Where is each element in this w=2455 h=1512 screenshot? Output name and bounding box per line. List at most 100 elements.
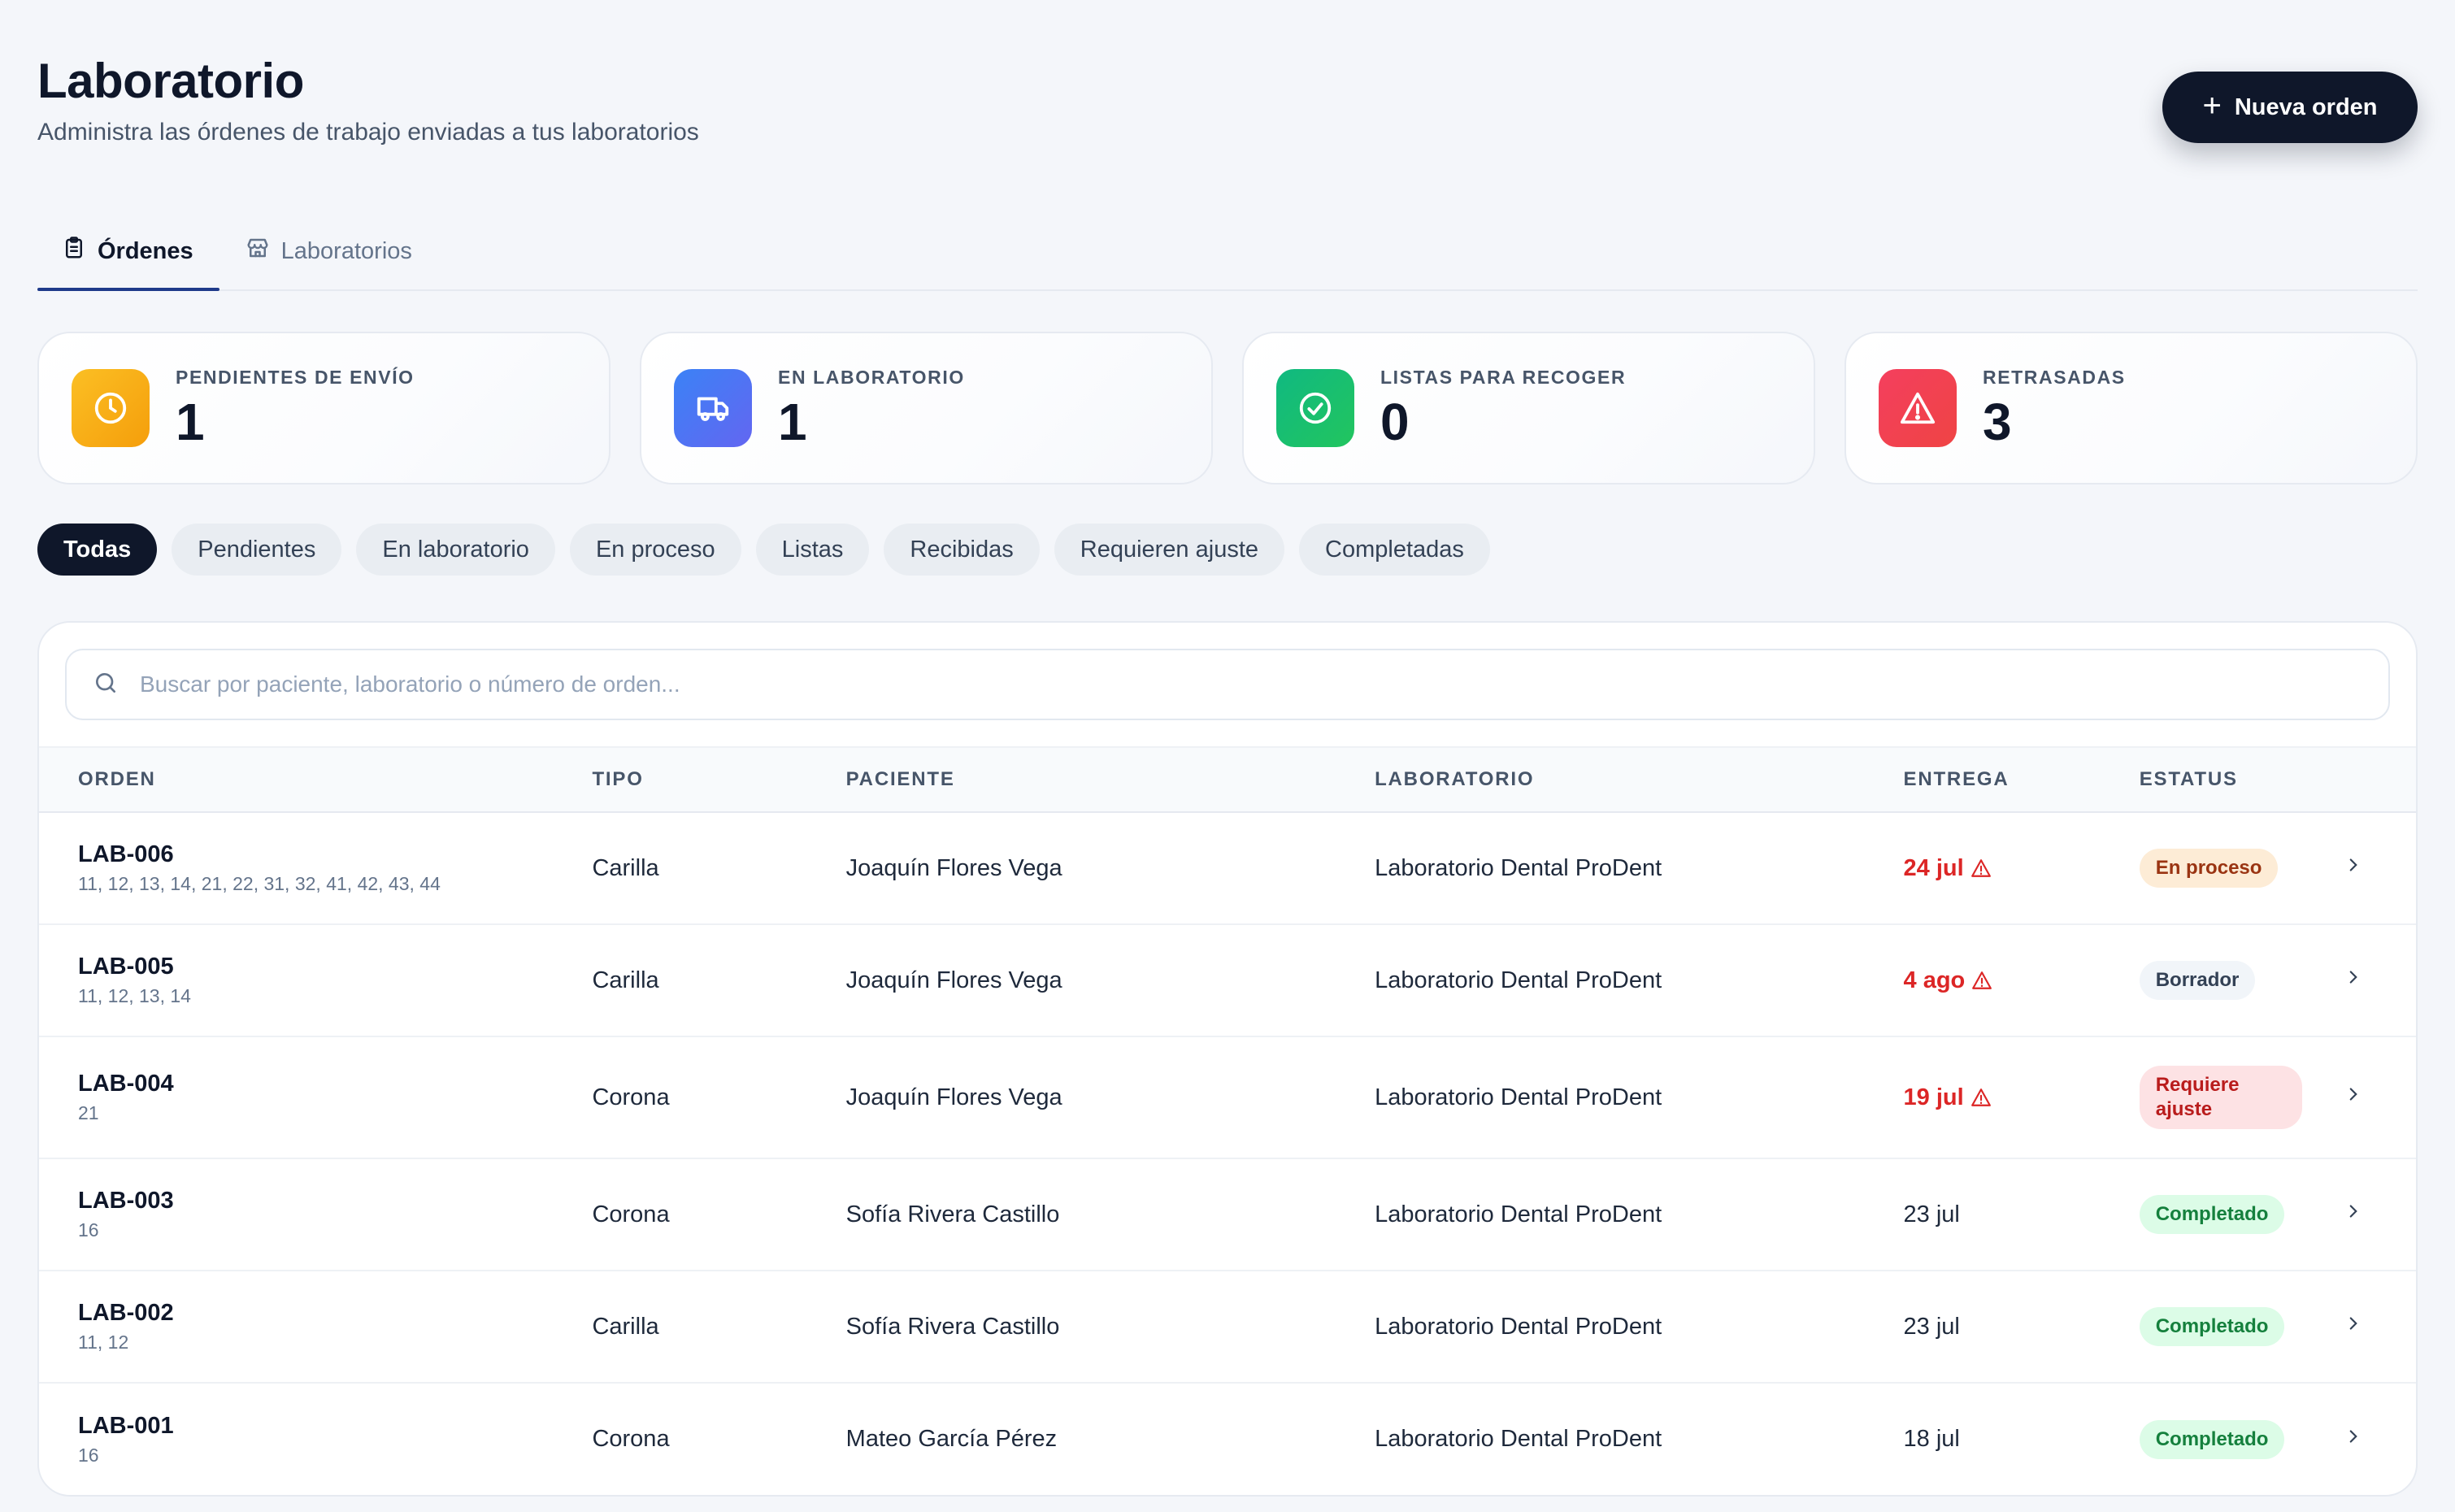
page-subtitle: Administra las órdenes de trabajo enviad… bbox=[37, 119, 699, 146]
stat-value: 0 bbox=[1380, 392, 1410, 451]
order-entrega: 24 jul bbox=[1904, 855, 1992, 882]
tab-bar: Órdenes Laboratorios bbox=[37, 215, 2418, 291]
order-laboratorio: Laboratorio Dental ProDent bbox=[1375, 1201, 1662, 1227]
new-order-label: Nueva orden bbox=[2234, 93, 2378, 120]
order-teeth: 16 bbox=[78, 1219, 99, 1240]
filter-listas[interactable]: Listas bbox=[755, 524, 870, 576]
order-teeth: 11, 12, 13, 14 bbox=[78, 985, 191, 1006]
table-row[interactable]: LAB-005 11, 12, 13, 14 Carilla Joaquín Fl… bbox=[39, 924, 2416, 1036]
filter-completadas[interactable]: Completadas bbox=[1299, 524, 1490, 576]
order-entrega: 19 jul bbox=[1904, 1084, 1992, 1111]
order-laboratorio: Laboratorio Dental ProDent bbox=[1375, 967, 1662, 993]
filter-requieren-ajuste[interactable]: Requieren ajuste bbox=[1054, 524, 1285, 576]
order-paciente: Joaquín Flores Vega bbox=[845, 967, 1062, 993]
page-header: Laboratorio Administra las órdenes de tr… bbox=[37, 49, 2418, 195]
chevron-right-icon[interactable] bbox=[2343, 967, 2364, 993]
table-header-row: ORDEN TIPO PACIENTE LABORATORIO ENTREGA … bbox=[39, 747, 2416, 812]
tab-laboratorios[interactable]: Laboratorios bbox=[219, 213, 438, 289]
plus-icon: + bbox=[2202, 88, 2222, 124]
filter-recibidas[interactable]: Recibidas bbox=[884, 524, 1040, 576]
check-circle-icon bbox=[1276, 369, 1354, 447]
store-icon bbox=[246, 236, 270, 267]
order-tipo: Corona bbox=[592, 1084, 670, 1110]
order-paciente: Joaquín Flores Vega bbox=[845, 1084, 1062, 1110]
header-tipo[interactable]: TIPO bbox=[592, 747, 845, 812]
order-teeth: 11, 12, 13, 14, 21, 22, 31, 32, 41, 42, … bbox=[78, 873, 441, 894]
stat-value: 1 bbox=[176, 392, 205, 451]
header-actions bbox=[2343, 747, 2416, 812]
order-paciente: Sofía Rivera Castillo bbox=[845, 1313, 1060, 1340]
table-row[interactable]: LAB-004 21 Corona Joaquín Flores Vega Lab… bbox=[39, 1036, 2416, 1158]
stat-label: PENDIENTES DE ENVÍO bbox=[176, 366, 415, 388]
chevron-right-icon[interactable] bbox=[2343, 1084, 2364, 1110]
order-laboratorio: Laboratorio Dental ProDent bbox=[1375, 854, 1662, 881]
order-id: LAB-002 bbox=[78, 1300, 174, 1326]
order-laboratorio: Laboratorio Dental ProDent bbox=[1375, 1084, 1662, 1110]
order-teeth: 16 bbox=[78, 1444, 99, 1466]
stat-label: EN LABORATORIO bbox=[778, 366, 965, 388]
order-tipo: Carilla bbox=[592, 854, 659, 881]
order-id: LAB-004 bbox=[78, 1071, 174, 1097]
tab-label: Órdenes bbox=[98, 237, 193, 264]
header-laboratorio[interactable]: LABORATORIO bbox=[1375, 747, 1903, 812]
warning-icon bbox=[1971, 859, 1991, 877]
search-input[interactable] bbox=[140, 671, 2362, 697]
stat-value: 1 bbox=[778, 392, 807, 451]
status-badge: En proceso bbox=[2139, 849, 2279, 888]
order-entrega: 23 jul bbox=[1903, 1313, 1960, 1340]
status-badge: Completado bbox=[2139, 1307, 2285, 1346]
warning-icon bbox=[1972, 971, 1992, 989]
stat-card-listas[interactable]: LISTAS PARA RECOGER 0 bbox=[1242, 332, 1815, 484]
order-teeth: 11, 12 bbox=[78, 1332, 129, 1353]
stats-row: PENDIENTES DE ENVÍO 1 EN LABORATORIO 1 L… bbox=[37, 332, 2418, 484]
truck-icon bbox=[674, 369, 752, 447]
table-row[interactable]: LAB-001 16 Corona Mateo García Pérez Labo… bbox=[39, 1383, 2416, 1495]
filter-pills: Todas Pendientes En laboratorio En proce… bbox=[37, 524, 2418, 576]
stat-card-en-laboratorio[interactable]: EN LABORATORIO 1 bbox=[640, 332, 1213, 484]
tab-label: Laboratorios bbox=[280, 237, 412, 264]
header-entrega[interactable]: ENTREGA bbox=[1904, 747, 2140, 812]
status-badge: Requiere ajuste bbox=[2139, 1066, 2302, 1129]
new-order-button[interactable]: + Nueva orden bbox=[2162, 72, 2418, 143]
chevron-right-icon[interactable] bbox=[2343, 1427, 2364, 1453]
header-paciente[interactable]: PACIENTE bbox=[846, 747, 1375, 812]
filter-todas[interactable]: Todas bbox=[37, 524, 158, 576]
search-wrap bbox=[39, 623, 2416, 746]
page: Laboratorio Administra las órdenes de tr… bbox=[0, 0, 2455, 1512]
stat-label: LISTAS PARA RECOGER bbox=[1380, 366, 1627, 388]
stat-label: RETRASADAS bbox=[1983, 366, 2126, 388]
filter-en-proceso[interactable]: En proceso bbox=[569, 524, 741, 576]
header-estatus[interactable]: ESTATUS bbox=[2140, 747, 2343, 812]
status-badge: Completado bbox=[2139, 1419, 2285, 1459]
order-tipo: Carilla bbox=[592, 1313, 659, 1340]
order-tipo: Corona bbox=[592, 1426, 670, 1452]
filter-en-laboratorio[interactable]: En laboratorio bbox=[356, 524, 555, 576]
orders-table: ORDEN TIPO PACIENTE LABORATORIO ENTREGA … bbox=[39, 746, 2416, 1495]
search-box[interactable] bbox=[65, 649, 2390, 720]
chevron-right-icon[interactable] bbox=[2343, 855, 2364, 881]
filter-pendientes[interactable]: Pendientes bbox=[172, 524, 342, 576]
status-badge: Completado bbox=[2139, 1195, 2285, 1234]
order-teeth: 21 bbox=[78, 1102, 99, 1123]
order-paciente: Sofía Rivera Castillo bbox=[845, 1201, 1060, 1227]
header-orden[interactable]: ORDEN bbox=[39, 747, 592, 812]
clipboard-icon bbox=[62, 236, 86, 267]
order-entrega: 4 ago bbox=[1904, 967, 1993, 994]
stat-value: 3 bbox=[1983, 392, 2012, 451]
status-badge: Borrador bbox=[2139, 961, 2256, 1000]
tab-ordenes[interactable]: Órdenes bbox=[37, 213, 219, 291]
chevron-right-icon[interactable] bbox=[2343, 1201, 2364, 1227]
stat-card-retrasadas[interactable]: RETRASADAS 3 bbox=[1845, 332, 2418, 484]
table-row[interactable]: LAB-003 16 Corona Sofía Rivera Castillo L… bbox=[39, 1158, 2416, 1271]
table-row[interactable]: LAB-002 11, 12 Carilla Sofía Rivera Casti… bbox=[39, 1271, 2416, 1383]
order-tipo: Corona bbox=[592, 1201, 670, 1227]
order-id: LAB-003 bbox=[78, 1188, 174, 1214]
order-id: LAB-006 bbox=[78, 841, 174, 867]
chevron-right-icon[interactable] bbox=[2343, 1314, 2364, 1340]
order-entrega: 18 jul bbox=[1903, 1426, 1960, 1452]
order-id: LAB-001 bbox=[78, 1412, 174, 1439]
table-row[interactable]: LAB-006 11, 12, 13, 14, 21, 22, 31, 32, 4… bbox=[39, 812, 2416, 924]
order-paciente: Mateo García Pérez bbox=[845, 1426, 1058, 1452]
alert-triangle-icon bbox=[1879, 369, 1957, 447]
stat-card-pendientes[interactable]: PENDIENTES DE ENVÍO 1 bbox=[37, 332, 610, 484]
